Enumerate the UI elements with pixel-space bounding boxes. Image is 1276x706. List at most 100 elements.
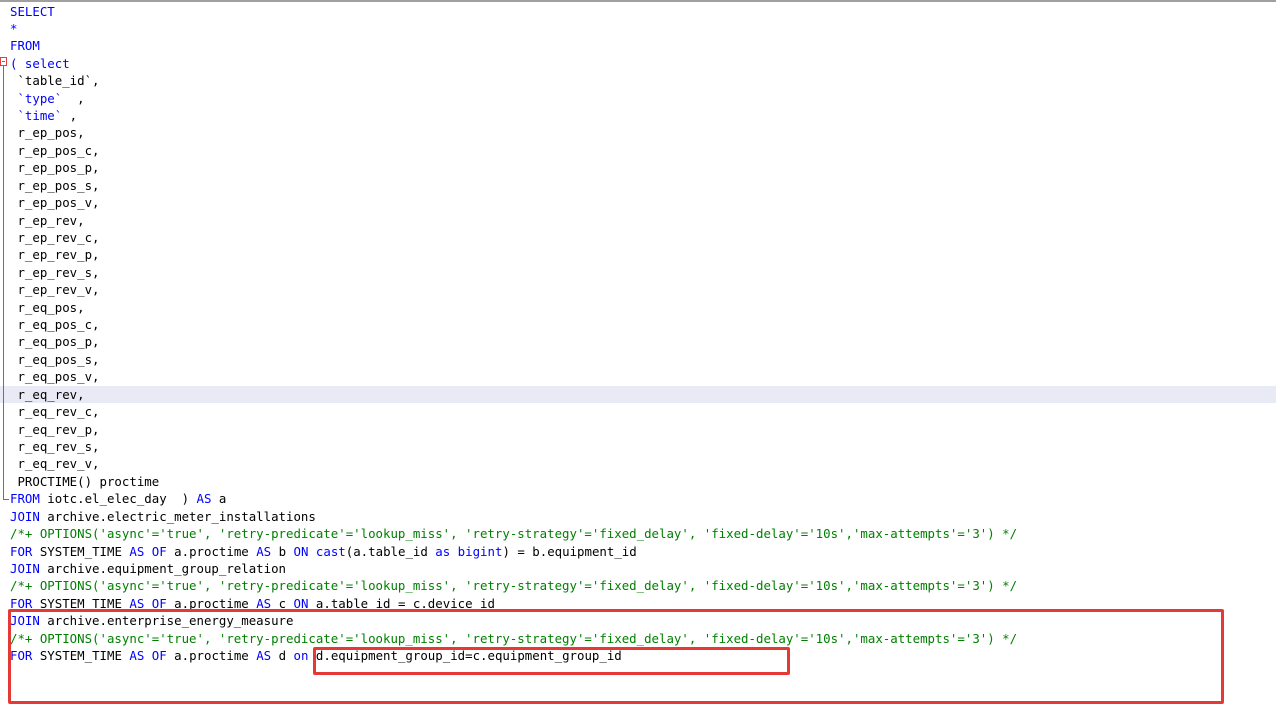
sql-keyword: JOIN: [10, 560, 40, 576]
sql-token: PROCTIME() proctime: [10, 473, 160, 489]
sql-token: r_ep_pos_p,: [10, 160, 100, 176]
sql-token: r_ep_rev_p,: [10, 247, 100, 263]
code-line-text: `type` ,: [10, 90, 85, 107]
sql-keyword: as bigint: [435, 543, 503, 559]
code-line-text: JOIN archive.equipment_group_relation: [10, 560, 286, 577]
sql-token: r_ep_rev,: [10, 212, 85, 228]
code-line-text: /*+ OPTIONS('async'='true', 'retry-predi…: [10, 577, 1017, 594]
sql-keyword: *: [10, 20, 18, 36]
sql-keyword: AS: [196, 491, 212, 507]
code-line-text: r_eq_pos,: [10, 299, 85, 316]
code-line-text: r_ep_rev_c,: [10, 229, 99, 246]
code-line-text: r_ep_rev,: [10, 212, 85, 229]
code-line[interactable]: r_ep_pos_p,: [0, 159, 1276, 176]
code-line[interactable]: r_eq_rev_c,: [0, 403, 1276, 420]
code-line[interactable]: r_ep_pos_s,: [0, 177, 1276, 194]
code-line-text: `time` ,: [10, 107, 77, 124]
code-line[interactable]: FROM iotc.el_elec_day ) AS a: [0, 490, 1276, 507]
code-line[interactable]: r_ep_pos_v,: [0, 194, 1276, 211]
code-line-text: PROCTIME() proctime: [10, 473, 159, 490]
code-line-text: r_ep_rev_v,: [10, 281, 99, 298]
code-line[interactable]: r_eq_pos,: [0, 299, 1276, 316]
sql-keyword: FROM: [10, 38, 40, 54]
sql-keyword: AS OF: [129, 543, 167, 559]
code-line[interactable]: r_ep_rev_c,: [0, 229, 1276, 246]
code-line[interactable]: `table_id`,: [0, 72, 1276, 89]
code-line-text: r_eq_rev_p,: [10, 421, 99, 438]
code-line-text: r_eq_pos_s,: [10, 351, 100, 368]
code-line-text: FOR SYSTEM_TIME AS OF a.proctime AS b ON…: [10, 543, 637, 560]
code-line[interactable]: r_eq_pos_s,: [0, 351, 1276, 368]
code-line[interactable]: r_eq_rev_p,: [0, 421, 1276, 438]
sql-editor[interactable]: SELECT * FROM( select `table_id`, `type` ,…: [0, 0, 1276, 706]
code-line[interactable]: PROCTIME() proctime: [0, 473, 1276, 490]
sql-token: r_ep_rev_s,: [10, 264, 100, 280]
sql-token: a.proctime: [166, 543, 257, 559]
code-line[interactable]: r_eq_rev_v,: [0, 455, 1276, 472]
sql-token: r_ep_pos,: [10, 125, 85, 141]
sql-keyword: `type`: [10, 90, 63, 106]
code-line[interactable]: ( select: [0, 55, 1276, 72]
sql-keyword: `time`: [10, 108, 63, 124]
code-line[interactable]: r_eq_pos_v,: [0, 368, 1276, 385]
code-line-text: `table_id`,: [10, 72, 99, 89]
code-line-text: r_ep_pos,: [10, 124, 85, 141]
code-line[interactable]: `type` ,: [0, 90, 1276, 107]
sql-keyword: cast: [315, 543, 346, 559]
sql-token: r_ep_pos_s,: [10, 177, 100, 193]
code-line[interactable]: r_ep_rev_s,: [0, 264, 1276, 281]
sql-token: archive.electric_meter_installations: [39, 508, 316, 524]
sql-token: r_eq_pos,: [10, 299, 85, 315]
code-line[interactable]: JOIN archive.electric_meter_installation…: [0, 508, 1276, 525]
code-line[interactable]: FROM: [0, 37, 1276, 54]
code-line[interactable]: /*+ OPTIONS('async'='true', 'retry-predi…: [0, 577, 1276, 594]
sql-token: ,: [62, 90, 85, 106]
code-line[interactable]: r_ep_pos,: [0, 124, 1276, 141]
code-line-text: r_eq_pos_c,: [10, 316, 99, 333]
fold-guide-line: [3, 66, 4, 499]
fold-collapse-icon[interactable]: [0, 57, 7, 66]
sql-token: r_eq_pos_p,: [10, 334, 100, 350]
sql-comment: /*+ OPTIONS('async'='true', 'retry-predi…: [10, 578, 1018, 594]
code-line-text: r_ep_rev_s,: [10, 264, 100, 281]
code-line[interactable]: *: [0, 20, 1276, 37]
sql-keyword: ON: [293, 543, 309, 559]
code-line[interactable]: r_ep_pos_c,: [0, 142, 1276, 159]
code-line-text: r_ep_pos_s,: [10, 177, 100, 194]
code-line-text: JOIN archive.electric_meter_installation…: [10, 508, 316, 525]
code-line[interactable]: `time` ,: [0, 107, 1276, 124]
code-line[interactable]: r_eq_pos_c,: [0, 316, 1276, 333]
code-line[interactable]: JOIN archive.equipment_group_relation: [0, 560, 1276, 577]
code-line[interactable]: r_ep_rev,: [0, 212, 1276, 229]
code-line[interactable]: SELECT: [0, 3, 1276, 20]
sql-keyword: SELECT: [10, 3, 55, 19]
sql-token: r_ep_pos_c,: [10, 142, 100, 158]
sql-token: r_eq_pos_s,: [10, 351, 100, 367]
sql-token: r_eq_rev,: [10, 386, 85, 402]
fold-guide-end: [3, 499, 9, 500]
annotation-box-join-condition: [313, 647, 790, 675]
code-line-text: r_eq_pos_p,: [10, 333, 100, 350]
sql-keyword: JOIN: [10, 508, 40, 524]
code-line[interactable]: r_ep_rev_p,: [0, 246, 1276, 263]
code-line-text: r_eq_rev_s,: [10, 438, 99, 455]
code-line[interactable]: FOR SYSTEM_TIME AS OF a.proctime AS b ON…: [0, 543, 1276, 560]
code-line-text: /*+ OPTIONS('async'='true', 'retry-predi…: [10, 525, 1017, 542]
code-line-text: r_eq_rev_v,: [10, 455, 99, 472]
sql-token: r_ep_pos_v,: [10, 195, 100, 211]
code-line-text: FROM iotc.el_elec_day ) AS a: [10, 490, 226, 507]
sql-token: b: [271, 543, 294, 559]
code-line-text: SELECT: [10, 3, 55, 20]
sql-token: (a.table_id: [345, 543, 436, 559]
code-line[interactable]: r_eq_rev_s,: [0, 438, 1276, 455]
code-line[interactable]: r_eq_rev,: [0, 385, 1276, 404]
code-line[interactable]: r_ep_rev_v,: [0, 281, 1276, 298]
sql-token: SYSTEM_TIME: [32, 543, 130, 559]
code-line[interactable]: r_eq_pos_p,: [0, 333, 1276, 350]
sql-keyword: ( select: [10, 55, 70, 71]
code-line-text: r_ep_pos_c,: [10, 142, 100, 159]
code-line[interactable]: /*+ OPTIONS('async'='true', 'retry-predi…: [0, 525, 1276, 542]
code-line-text: r_ep_rev_p,: [10, 246, 100, 263]
sql-token: r_eq_pos_v,: [10, 369, 100, 385]
